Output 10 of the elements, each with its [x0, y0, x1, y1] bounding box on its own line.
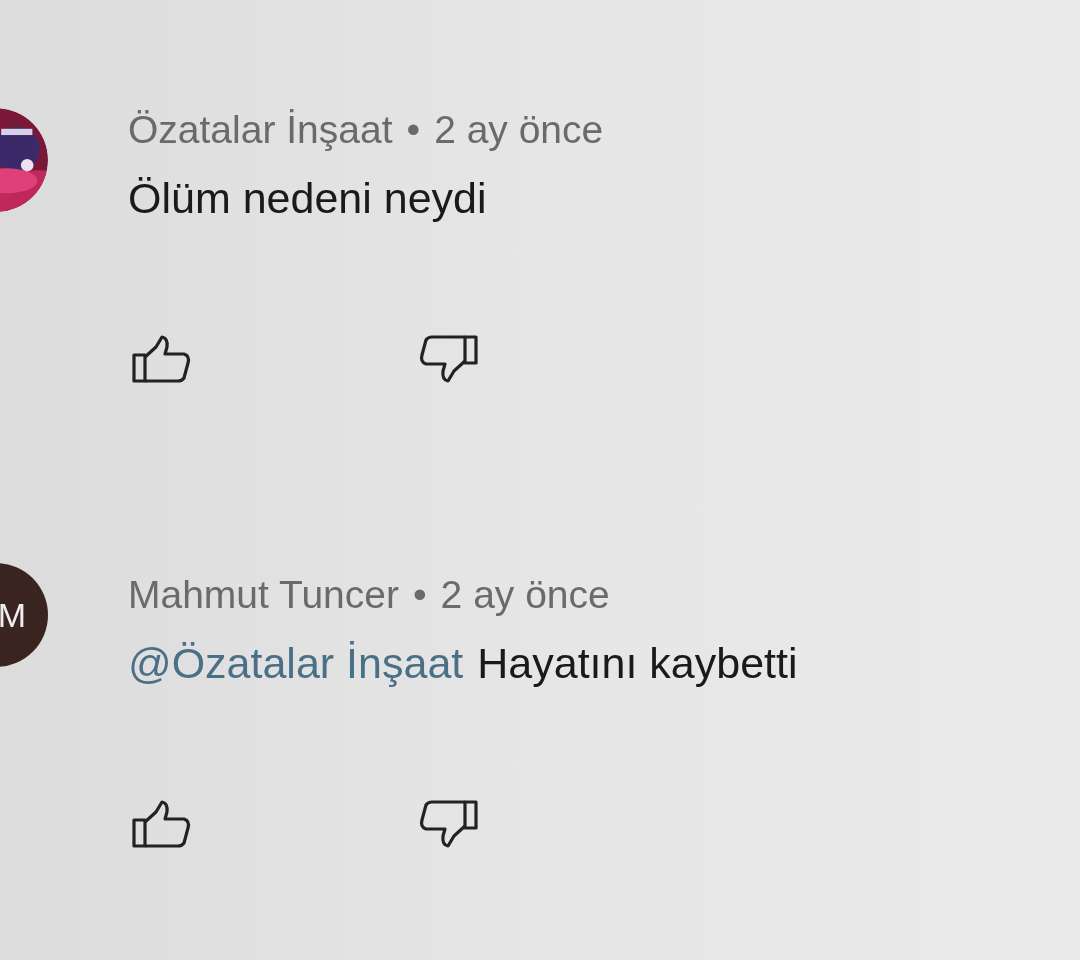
author-name[interactable]: Özatalar İnşaat — [128, 108, 393, 152]
comment-text: Hayatını kaybetti — [477, 639, 798, 688]
comment-text: Ölüm nedeni neydi — [128, 174, 487, 223]
avatar: M — [0, 563, 48, 667]
author-name[interactable]: Mahmut Tuncer — [128, 573, 399, 617]
separator-dot: • — [412, 573, 427, 617]
comment-time: 2 ay önce — [434, 108, 604, 152]
comment-time: 2 ay önce — [440, 573, 610, 617]
mention-link[interactable]: @Özatalar İnşaat — [128, 639, 464, 688]
separator-dot: • — [406, 108, 421, 152]
